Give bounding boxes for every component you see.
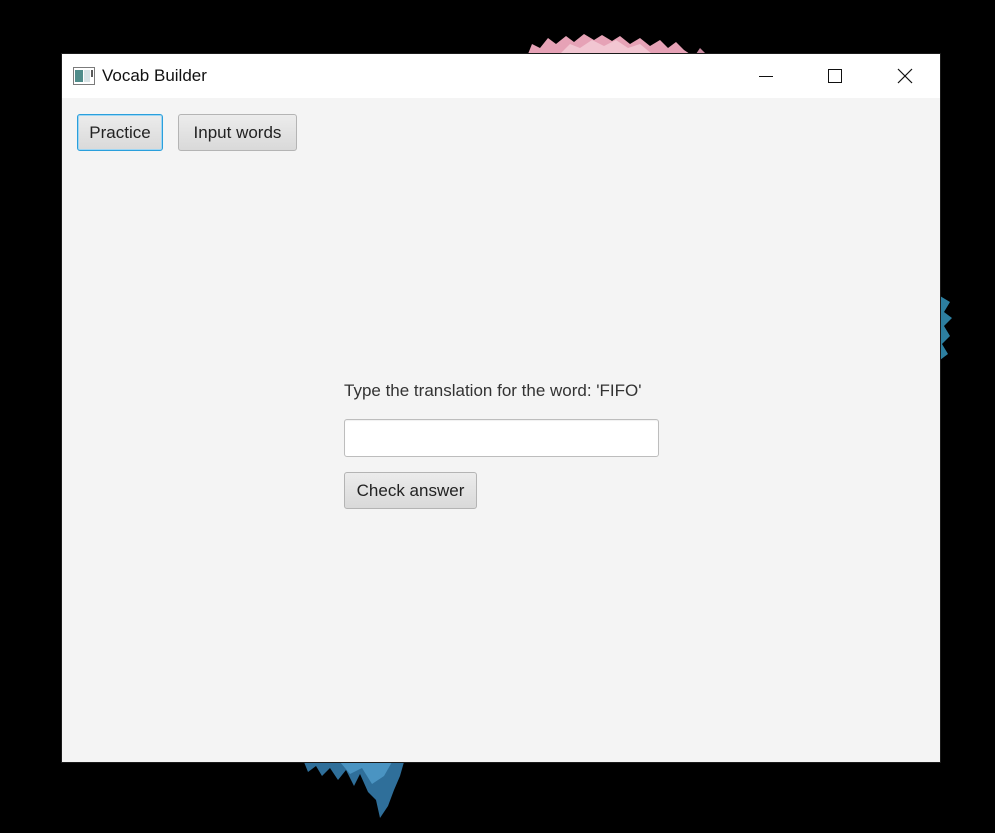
input-words-button[interactable]: Input words (178, 114, 297, 151)
close-button[interactable] (870, 54, 940, 98)
app-window: Vocab Builder Practice Input words Type … (62, 54, 940, 762)
minimize-icon (759, 76, 773, 77)
practice-button[interactable]: Practice (77, 114, 163, 151)
maximize-icon (828, 69, 842, 83)
translation-prompt: Type the translation for the word: 'FIFO… (344, 381, 642, 400)
check-answer-button[interactable]: Check answer (344, 472, 477, 509)
app-window-icon (73, 67, 95, 85)
maximize-button[interactable] (800, 54, 870, 98)
wallpaper-pink-flower (528, 34, 706, 54)
title-bar[interactable]: Vocab Builder (62, 54, 940, 98)
answer-input[interactable] (344, 419, 659, 457)
minimize-button[interactable] (731, 54, 801, 98)
window-title: Vocab Builder (102, 66, 207, 85)
close-icon (897, 68, 913, 84)
